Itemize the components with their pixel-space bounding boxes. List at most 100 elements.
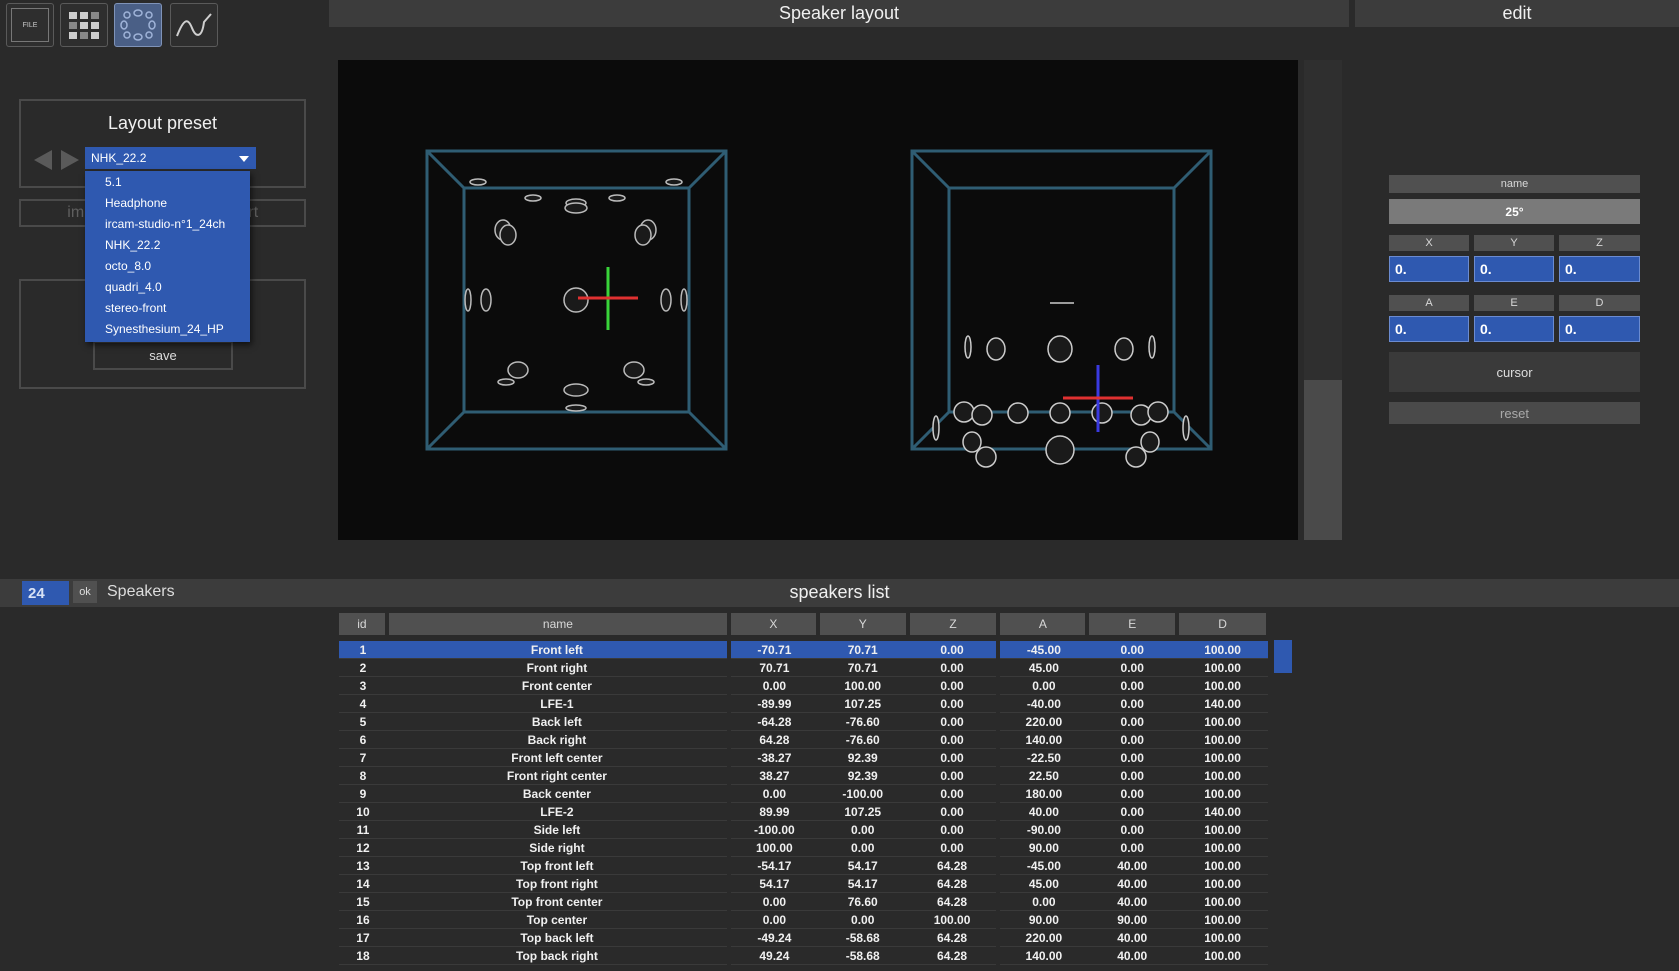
preset-option[interactable]: octo_8.0 xyxy=(85,256,250,277)
top-view-speakers xyxy=(464,178,688,412)
name-field[interactable]: 25° xyxy=(1389,199,1640,224)
table-cell-z: 0.00 xyxy=(907,676,1001,695)
table-cell-name: Top center xyxy=(386,910,731,929)
table-cell-a: 180.00 xyxy=(998,784,1088,803)
table-cell-e: 40.00 xyxy=(1087,928,1178,947)
table-cell-d: 100.00 xyxy=(1177,641,1268,659)
table-cell-name: Back right xyxy=(386,730,731,749)
trajectory-button[interactable] xyxy=(170,3,218,47)
table-row[interactable]: 18 Top back right 49.24 -58.68 64.28 140.00 40… xyxy=(339,946,1268,965)
save-button[interactable]: save xyxy=(93,341,233,370)
d-input[interactable]: 0. xyxy=(1559,316,1640,342)
col-header-x[interactable]: X xyxy=(728,613,820,635)
table-row[interactable]: 1 Front left -70.71 70.71 0.00 -45.00 0.00 100.… xyxy=(339,641,1268,659)
table-row[interactable]: 11 Side left -100.00 0.00 0.00 -90.00 0.00 100.… xyxy=(339,820,1268,839)
table-row[interactable]: 15 Top front center 0.00 76.60 64.28 0.00 40.0… xyxy=(339,892,1268,911)
table-cell-z: 0.00 xyxy=(907,694,1001,713)
table-row[interactable]: 13 Top front left -54.17 54.17 64.28 -45.00 40… xyxy=(339,856,1268,875)
x-input[interactable]: 0. xyxy=(1389,256,1469,282)
table-scroll-thumb[interactable] xyxy=(1274,640,1292,673)
table-cell-id: 15 xyxy=(339,892,387,911)
reset-button[interactable]: reset xyxy=(1389,402,1640,424)
d-label: D xyxy=(1559,295,1640,311)
grid-view-button[interactable] xyxy=(60,3,108,47)
table-cell-e: 0.00 xyxy=(1087,766,1178,785)
col-header-name[interactable]: name xyxy=(386,613,731,635)
table-cell-id: 5 xyxy=(339,712,387,731)
file-button[interactable]: FILE xyxy=(6,3,54,47)
table-cell-z: 0.00 xyxy=(907,658,1001,677)
table-cell-z: 0.00 xyxy=(907,641,1001,659)
table-cell-y: 70.71 xyxy=(817,641,908,659)
table-cell-id: 13 xyxy=(339,856,387,875)
table-cell-e: 40.00 xyxy=(1087,892,1178,911)
table-row[interactable]: 14 Top front right 54.17 54.17 64.28 45.00 40.… xyxy=(339,874,1268,893)
viewport-scroll-thumb[interactable] xyxy=(1304,380,1342,540)
edit-panel-title: edit xyxy=(1355,0,1679,27)
speaker-layout-canvas[interactable] xyxy=(338,60,1298,540)
speaker-3d-viewport[interactable] xyxy=(338,60,1298,540)
previous-preset-arrow-icon[interactable] xyxy=(34,150,52,170)
table-cell-id: 6 xyxy=(339,730,387,749)
preset-option[interactable]: quadri_4.0 xyxy=(85,277,250,298)
col-header-d[interactable]: D xyxy=(1177,613,1270,635)
table-cell-x: -89.99 xyxy=(728,694,818,713)
table-cell-e: 0.00 xyxy=(1087,641,1178,659)
table-row[interactable]: 2 Front right 70.71 70.71 0.00 45.00 0.00 100.0… xyxy=(339,658,1268,677)
preset-option[interactable]: 5.1 xyxy=(85,172,250,193)
table-row[interactable]: 5 Back left -64.28 -76.60 0.00 220.00 0.00 100.… xyxy=(339,712,1268,731)
table-cell-name: Side left xyxy=(386,820,731,839)
table-row[interactable]: 7 Front left center -38.27 92.39 0.00 -22.50 0… xyxy=(339,748,1268,767)
table-cell-id: 4 xyxy=(339,694,387,713)
col-header-id[interactable]: id xyxy=(339,613,389,635)
table-row[interactable]: 4 LFE-1 -89.99 107.25 0.00 -40.00 0.00 140.00 xyxy=(339,694,1268,713)
col-header-a[interactable]: A xyxy=(998,613,1090,635)
table-cell-x: 0.00 xyxy=(728,784,818,803)
table-cell-e: 40.00 xyxy=(1087,856,1178,875)
table-cell-name: Front right center xyxy=(386,766,731,785)
preset-option[interactable]: Headphone xyxy=(85,193,250,214)
preset-option[interactable]: NHK_22.2 xyxy=(85,235,250,256)
preset-option[interactable]: stereo-front xyxy=(85,298,250,319)
table-cell-e: 0.00 xyxy=(1087,838,1178,857)
table-cell-d: 100.00 xyxy=(1177,676,1268,695)
table-row[interactable]: 10 LFE-2 89.99 107.25 0.00 40.00 0.00 140.00 xyxy=(339,802,1268,821)
save-label: save xyxy=(149,348,177,363)
table-row[interactable]: 6 Back right 64.28 -76.60 0.00 140.00 0.00 100.… xyxy=(339,730,1268,749)
table-cell-a: 45.00 xyxy=(998,658,1088,677)
table-cell-d: 100.00 xyxy=(1177,928,1268,947)
table-cell-name: LFE-1 xyxy=(386,694,731,713)
table-row[interactable]: 17 Top back left -49.24 -58.68 64.28 220.00 40… xyxy=(339,928,1268,947)
preset-option[interactable]: Synesthesium_24_HP xyxy=(85,319,250,340)
col-header-z[interactable]: Z xyxy=(907,613,1001,635)
table-row[interactable]: 12 Side right 100.00 0.00 0.00 90.00 0.00 100.0… xyxy=(339,838,1268,857)
viewport-scrollbar[interactable] xyxy=(1304,60,1342,540)
next-preset-arrow-icon[interactable] xyxy=(61,150,79,170)
table-row[interactable]: 9 Back center 0.00 -100.00 0.00 180.00 0.00 100… xyxy=(339,784,1268,803)
z-input[interactable]: 0. xyxy=(1559,256,1640,282)
table-cell-x: -100.00 xyxy=(728,820,818,839)
a-input[interactable]: 0. xyxy=(1389,316,1469,342)
table-cell-x: 54.17 xyxy=(728,874,818,893)
table-row[interactable]: 3 Front center 0.00 100.00 0.00 0.00 0.00 100.0… xyxy=(339,676,1268,695)
cursor-button[interactable]: cursor xyxy=(1389,352,1640,392)
table-cell-d: 100.00 xyxy=(1177,910,1268,929)
table-cell-e: 0.00 xyxy=(1087,820,1178,839)
table-cell-y: 107.25 xyxy=(817,694,908,713)
table-cell-d: 100.00 xyxy=(1177,874,1268,893)
y-input[interactable]: 0. xyxy=(1474,256,1554,282)
table-cell-e: 0.00 xyxy=(1087,730,1178,749)
preset-option[interactable]: ircam-studio-n°1_24ch xyxy=(85,214,250,235)
table-cell-d: 100.00 xyxy=(1177,712,1268,731)
table-cell-e: 90.00 xyxy=(1087,910,1178,929)
grid-icon xyxy=(69,12,99,39)
table-cell-e: 0.00 xyxy=(1087,784,1178,803)
table-row[interactable]: 8 Front right center 38.27 92.39 0.00 22.50 0.… xyxy=(339,766,1268,785)
table-cell-x: 0.00 xyxy=(728,910,818,929)
table-row[interactable]: 16 Top center 0.00 0.00 100.00 90.00 90.00 100.… xyxy=(339,910,1268,929)
e-input[interactable]: 0. xyxy=(1474,316,1554,342)
preset-select[interactable]: NHK_22.2 xyxy=(85,147,256,169)
col-header-y[interactable]: Y xyxy=(817,613,910,635)
speaker-layout-button[interactable] xyxy=(114,3,162,47)
col-header-e[interactable]: E xyxy=(1087,613,1180,635)
